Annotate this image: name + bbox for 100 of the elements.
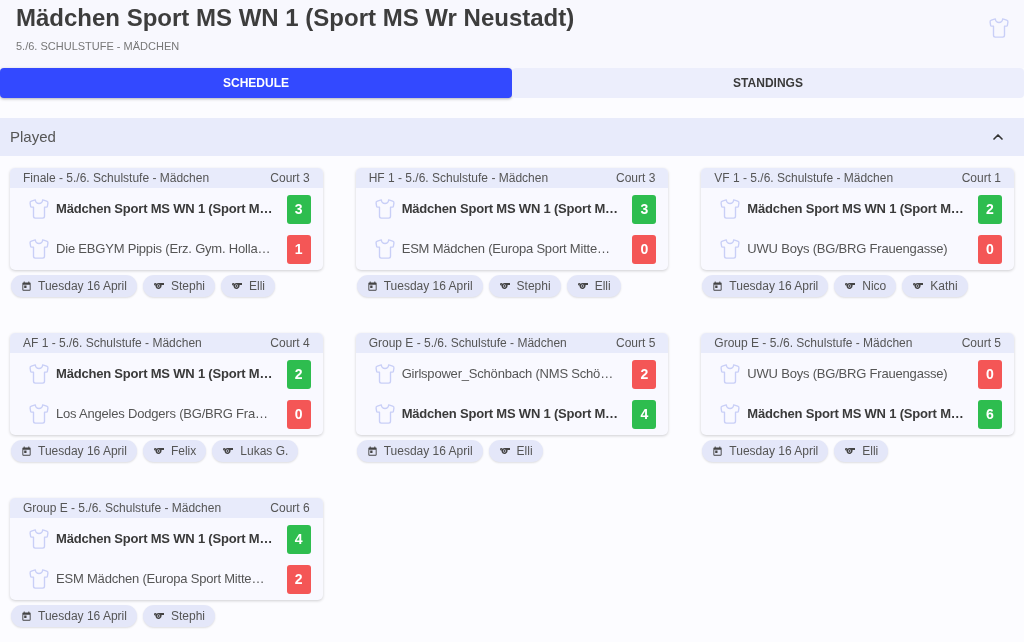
shirt-icon (373, 363, 396, 385)
team-name: Mädchen Sport MS WN 1 (Sport M… (401, 405, 619, 424)
court-label: Court 3 (270, 170, 310, 187)
score-badge: 1 (286, 234, 311, 264)
team-name: UWU Boys (BG/BRG Frauengasse) (747, 365, 949, 384)
score-badge: 4 (286, 524, 311, 554)
match-date: Tuesday 16 April (729, 443, 819, 460)
calendar-icon (21, 280, 32, 292)
whistle-icon (498, 280, 511, 292)
page-title: Mädchen Sport MS WN 1 (Sport MS Wr Neustadt) (16, 3, 575, 33)
referee-name: Elli (516, 443, 533, 460)
score-badge: 3 (286, 194, 311, 224)
shirt-icon (719, 198, 742, 220)
whistle-icon (576, 280, 589, 292)
shirt-icon (373, 238, 396, 260)
score-badge: 0 (286, 399, 311, 429)
round-label: VF 1 - 5./6. Schulstufe - Mädchen (714, 170, 894, 187)
referee-name: Stephi (170, 608, 205, 625)
shirt-icon (28, 568, 50, 590)
whistle-icon (844, 280, 857, 292)
calendar-icon (712, 445, 724, 457)
section-title: Played (10, 126, 56, 147)
shirt-icon (28, 363, 50, 385)
team-name: Mädchen Sport MS WN 1 (Sport M… (56, 365, 274, 384)
court-label: Court 4 (270, 335, 310, 352)
match-date: Tuesday 16 April (38, 278, 127, 295)
match-card[interactable]: AF 1 - 5./6. Schulstufe - Mädchen Court 4 Mädchen Sport MS WN 1 (Sport M… 2 Los Angeles Dodgers (BG/BRG Fra… 0 (10, 333, 323, 435)
shirt-icon (719, 403, 742, 425)
court-label: Court 3 (615, 170, 656, 187)
match-card[interactable]: HF 1 - 5./6. Schulstufe - Mädchen Court 3 Mädchen Sport MS WN 1 (Sport M… 3 ESM Mädchen (Europa Sport Mitte… 0 (355, 168, 669, 270)
referee-name: Elli (594, 278, 611, 295)
referee-name: Lukas G. (240, 443, 289, 460)
round-label: AF 1 - 5./6. Schulstufe - Mädchen (23, 335, 202, 352)
court-label: Court 6 (270, 500, 310, 517)
score-badge: 2 (632, 359, 657, 389)
shirt-icon (28, 528, 50, 550)
team-name: Girlspower_Schönbach (NMS Schö… (401, 365, 614, 384)
team-name: ESM Mädchen (Europa Sport Mitte… (56, 570, 266, 589)
referee-name: Felix (170, 443, 197, 460)
whistle-icon (912, 280, 925, 292)
score-badge: 2 (286, 564, 311, 594)
calendar-icon (712, 280, 724, 292)
round-label: Group E - 5./6. Schulstufe - Mädchen (368, 335, 567, 352)
score-badge: 3 (632, 194, 657, 224)
team-name: Die EBGYM Pippis (Erz. Gym. Holla… (56, 240, 272, 259)
calendar-icon (21, 445, 32, 457)
match-date: Tuesday 16 April (729, 278, 819, 295)
referee-name: Elli (862, 443, 879, 460)
court-label: Court 5 (961, 335, 1001, 352)
team-name: Mädchen Sport MS WN 1 (Sport M… (747, 200, 965, 219)
court-label: Court 1 (961, 170, 1001, 187)
whistle-icon (152, 280, 165, 292)
score-badge: 4 (632, 399, 657, 429)
whistle-icon (844, 445, 857, 457)
whistle-icon (152, 610, 165, 622)
page-subtitle: 5./6. SCHULSTUFE - MÄDCHEN (16, 39, 181, 54)
score-badge: 0 (632, 234, 657, 264)
match-card[interactable]: Finale - 5./6. Schulstufe - Mädchen Court 3 Mädchen Sport MS WN 1 (Sport M… 3 Die EBGYM Pippis (Erz. Gym. Holla… 1 (10, 168, 323, 270)
round-label: Group E - 5./6. Schulstufe - Mädchen (714, 335, 913, 352)
team-name: Mädchen Sport MS WN 1 (Sport M… (401, 200, 619, 219)
score-badge: 6 (978, 399, 1002, 429)
team-name: ESM Mädchen (Europa Sport Mitte… (401, 240, 611, 259)
match-date: Tuesday 16 April (383, 278, 473, 295)
calendar-icon (21, 610, 32, 622)
whistle-icon (498, 445, 511, 457)
referee-name: Kathi (930, 278, 958, 295)
court-label: Court 5 (615, 335, 656, 352)
shirt-icon (28, 198, 50, 220)
shirt-icon (28, 238, 50, 260)
tab[interactable]: STANDINGS (512, 68, 1024, 98)
team-name: Mädchen Sport MS WN 1 (Sport M… (56, 200, 274, 219)
round-label: HF 1 - 5./6. Schulstufe - Mädchen (368, 170, 549, 187)
team-name: Los Angeles Dodgers (BG/BRG Fra… (56, 405, 269, 424)
whistle-icon (222, 445, 235, 457)
match-card[interactable]: VF 1 - 5./6. Schulstufe - Mädchen Court 1 Mädchen Sport MS WN 1 (Sport M… 2 UWU Boys (BG/BRG Frauengasse) 0 (701, 168, 1014, 270)
whistle-icon (231, 280, 243, 292)
referee-name: Stephi (516, 278, 551, 295)
round-label: Finale - 5./6. Schulstufe - Mädchen (23, 170, 210, 187)
referee-name: Nico (862, 278, 887, 295)
match-date: Tuesday 16 April (383, 443, 473, 460)
team-name: Mädchen Sport MS WN 1 (Sport M… (747, 405, 965, 424)
referee-name: Elli (249, 278, 265, 295)
team-name: UWU Boys (BG/BRG Frauengasse) (747, 240, 949, 259)
shirt-icon (373, 198, 396, 220)
section-header[interactable]: Played (0, 118, 1024, 156)
calendar-icon (366, 445, 378, 457)
shirt-icon (28, 403, 50, 425)
match-card[interactable]: Group E - 5./6. Schulstufe - Mädchen Court 6 Mädchen Sport MS WN 1 (Sport M… 4 ESM Mädchen (Europa Sport Mitte… 2 (10, 498, 323, 600)
shirt-icon (719, 363, 742, 385)
whistle-icon (152, 445, 165, 457)
tab[interactable]: SCHEDULE (0, 68, 512, 98)
match-card[interactable]: Group E - 5./6. Schulstufe - Mädchen Court 5 UWU Boys (BG/BRG Frauengasse) 0 Mädchen Sport MS WN 1 (Sport M… 6 (701, 333, 1014, 435)
score-badge: 0 (978, 359, 1002, 389)
score-badge: 0 (978, 234, 1002, 264)
match-card[interactable]: Group E - 5./6. Schulstufe - Mädchen Court 5 Girlspower_Schönbach (NMS Schö… 2 Mädchen Sport MS WN 1 (Sport M… 4 (355, 333, 669, 435)
referee-name: Stephi (170, 278, 205, 295)
match-date: Tuesday 16 April (38, 608, 127, 625)
score-badge: 2 (286, 359, 311, 389)
calendar-icon (366, 280, 378, 292)
score-badge: 2 (978, 194, 1002, 224)
